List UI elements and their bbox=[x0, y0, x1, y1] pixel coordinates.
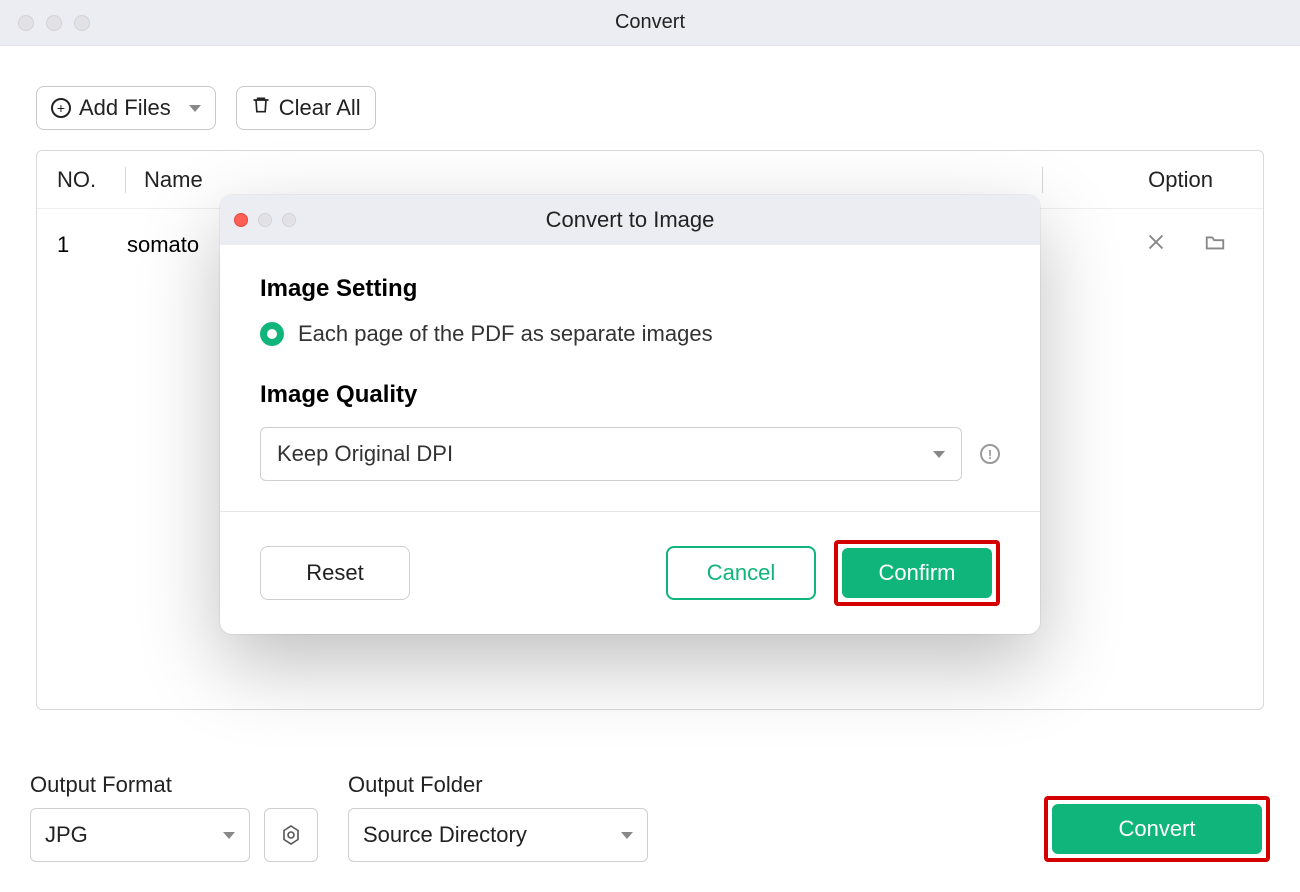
image-quality-heading: Image Quality bbox=[260, 381, 1000, 409]
chevron-down-icon bbox=[933, 451, 945, 458]
image-setting-heading: Image Setting bbox=[260, 275, 1000, 303]
chevron-down-icon bbox=[189, 105, 201, 112]
row-actions bbox=[1145, 231, 1243, 259]
output-folder-select[interactable]: Source Directory bbox=[348, 808, 648, 862]
confirm-button[interactable]: Confirm bbox=[842, 548, 992, 598]
output-folder-value: Source Directory bbox=[363, 822, 527, 848]
radio-label: Each page of the PDF as separate images bbox=[298, 321, 713, 347]
output-format-select[interactable]: JPG bbox=[30, 808, 250, 862]
confirm-highlight: Confirm bbox=[834, 540, 1000, 606]
modal-title: Convert to Image bbox=[220, 207, 1040, 233]
plus-circle-icon: + bbox=[51, 98, 71, 118]
output-format-value: JPG bbox=[45, 822, 88, 848]
modal-footer: Reset Cancel Confirm bbox=[220, 511, 1040, 634]
image-quality-select[interactable]: Keep Original DPI bbox=[260, 427, 962, 481]
radio-each-page-separate[interactable]: Each page of the PDF as separate images bbox=[260, 321, 1000, 347]
add-files-button[interactable]: + Add Files bbox=[36, 86, 216, 130]
format-settings-button[interactable] bbox=[264, 808, 318, 862]
output-format-label: Output Format bbox=[30, 772, 318, 798]
convert-highlight: Convert bbox=[1044, 796, 1270, 862]
open-folder-icon[interactable] bbox=[1203, 231, 1227, 259]
output-folder-group: Output Folder Source Directory bbox=[348, 772, 648, 862]
chevron-down-icon bbox=[621, 832, 633, 839]
window-title: Convert bbox=[0, 11, 1300, 34]
main-titlebar: Convert bbox=[0, 0, 1300, 46]
clear-all-button[interactable]: Clear All bbox=[236, 86, 376, 130]
modal-titlebar: Convert to Image bbox=[220, 195, 1040, 245]
column-divider bbox=[125, 167, 126, 193]
trash-icon bbox=[251, 95, 271, 121]
add-files-label: Add Files bbox=[79, 95, 171, 121]
td-no: 1 bbox=[57, 232, 117, 258]
convert-button[interactable]: Convert bbox=[1052, 804, 1262, 854]
modal-body: Image Setting Each page of the PDF as se… bbox=[220, 245, 1040, 511]
info-icon[interactable]: ! bbox=[980, 444, 1000, 464]
chevron-down-icon bbox=[223, 832, 235, 839]
th-no: NO. bbox=[57, 167, 117, 193]
radio-selected-icon bbox=[260, 322, 284, 346]
footer-right: Cancel Confirm bbox=[666, 540, 1000, 606]
th-name: Name bbox=[134, 167, 1034, 193]
column-divider bbox=[1042, 167, 1043, 193]
reset-button[interactable]: Reset bbox=[260, 546, 410, 600]
convert-to-image-dialog: Convert to Image Image Setting Each page… bbox=[220, 195, 1040, 634]
cancel-button[interactable]: Cancel bbox=[666, 546, 816, 600]
output-format-group: Output Format JPG bbox=[30, 772, 318, 862]
toolbar: + Add Files Clear All bbox=[0, 46, 1300, 150]
image-quality-value: Keep Original DPI bbox=[277, 441, 453, 467]
td-name: somato bbox=[117, 232, 199, 258]
bottom-controls: Output Format JPG Output Folder Source D… bbox=[30, 772, 1270, 862]
remove-row-icon[interactable] bbox=[1145, 231, 1167, 259]
clear-all-label: Clear All bbox=[279, 95, 361, 121]
gear-icon bbox=[279, 823, 303, 847]
output-folder-label: Output Folder bbox=[348, 772, 648, 798]
th-option: Option bbox=[1148, 167, 1243, 193]
image-quality-row: Keep Original DPI ! bbox=[260, 427, 1000, 481]
